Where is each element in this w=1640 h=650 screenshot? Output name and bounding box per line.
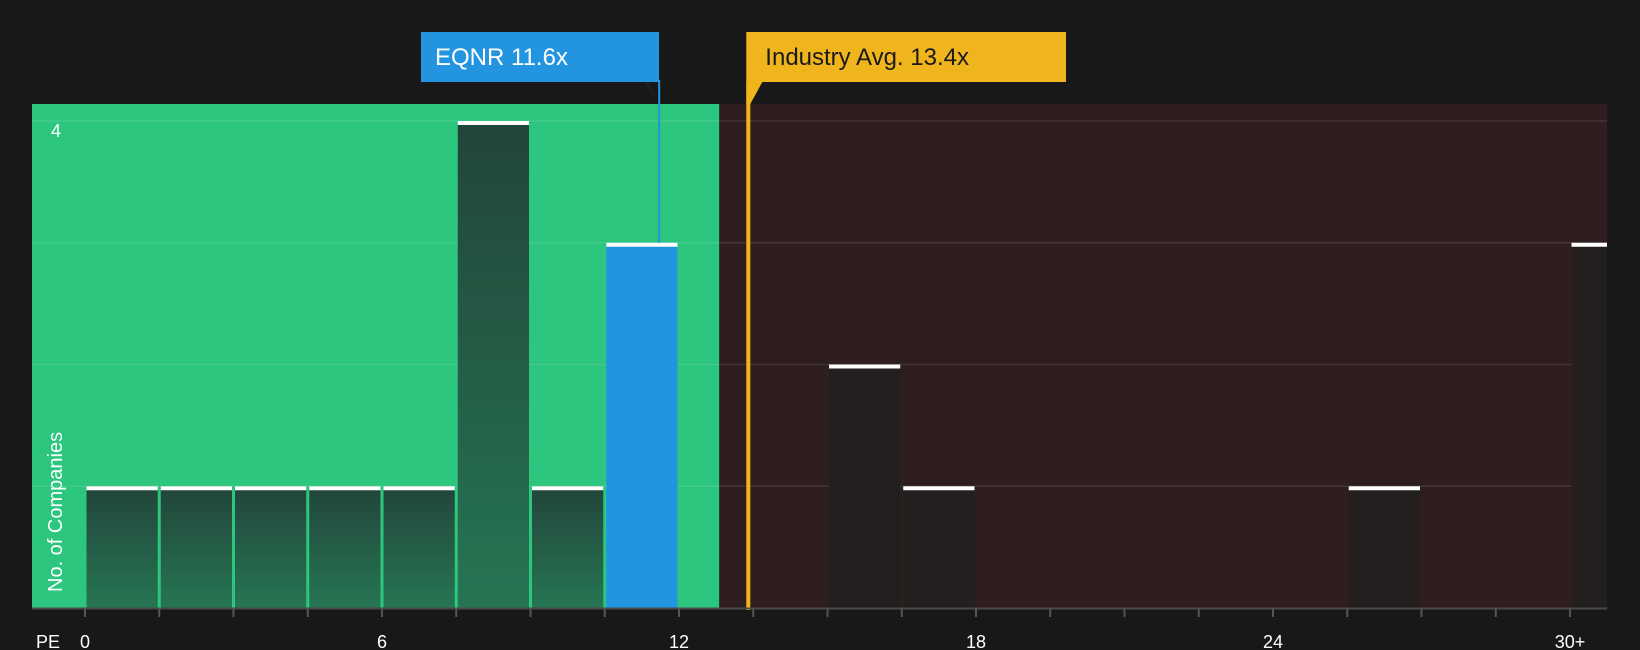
y-tick-label: 4 <box>51 121 61 141</box>
x-tick-label: 6 <box>377 632 387 650</box>
histogram-bar <box>457 121 529 608</box>
bar-top-highlight <box>383 486 455 491</box>
eqnr-callout-label: EQNR 11.6x <box>435 44 568 71</box>
bar-top-highlight <box>606 242 678 247</box>
x-tick-label: 30+ <box>1555 632 1586 650</box>
histogram-bar <box>606 242 678 608</box>
histogram-bar <box>903 486 975 608</box>
histogram-bar <box>309 486 381 608</box>
y-axis-label: No. of Companies <box>45 432 67 592</box>
bar-top-highlight <box>829 364 901 369</box>
histogram-bar <box>235 486 307 608</box>
x-tick-label: 12 <box>669 632 689 650</box>
histogram-bar <box>1571 242 1607 608</box>
bar-top-highlight <box>1348 486 1420 491</box>
bar-top-highlight <box>457 121 529 125</box>
histogram-bar <box>160 486 232 608</box>
x-tick-label: 18 <box>966 632 986 650</box>
bar-top-highlight <box>309 486 381 491</box>
pe-distribution-chart: EQNR 11.6x Industry Avg. 13.4x 0 6 12 18 24 30… <box>32 32 1607 650</box>
bar-top-highlight <box>86 486 158 491</box>
bar-top-highlight <box>903 486 975 491</box>
histogram-bar <box>86 486 158 608</box>
x-axis-label: PE <box>36 632 60 650</box>
histogram-bar <box>1348 486 1420 608</box>
industry-avg-callout-label: Industry Avg. 13.4x <box>765 44 969 71</box>
histogram-bar <box>829 364 901 608</box>
bar-top-highlight <box>235 486 307 491</box>
x-axis: 0 6 12 18 24 30+ PE <box>32 607 1607 650</box>
histogram-bar <box>532 486 604 608</box>
bar-top-highlight <box>532 486 604 491</box>
histogram-bar <box>383 486 455 608</box>
x-tick-label: 0 <box>80 632 90 650</box>
bar-top-highlight <box>1571 242 1607 247</box>
bar-top-highlight <box>160 486 232 491</box>
x-tick-label: 24 <box>1263 632 1283 650</box>
